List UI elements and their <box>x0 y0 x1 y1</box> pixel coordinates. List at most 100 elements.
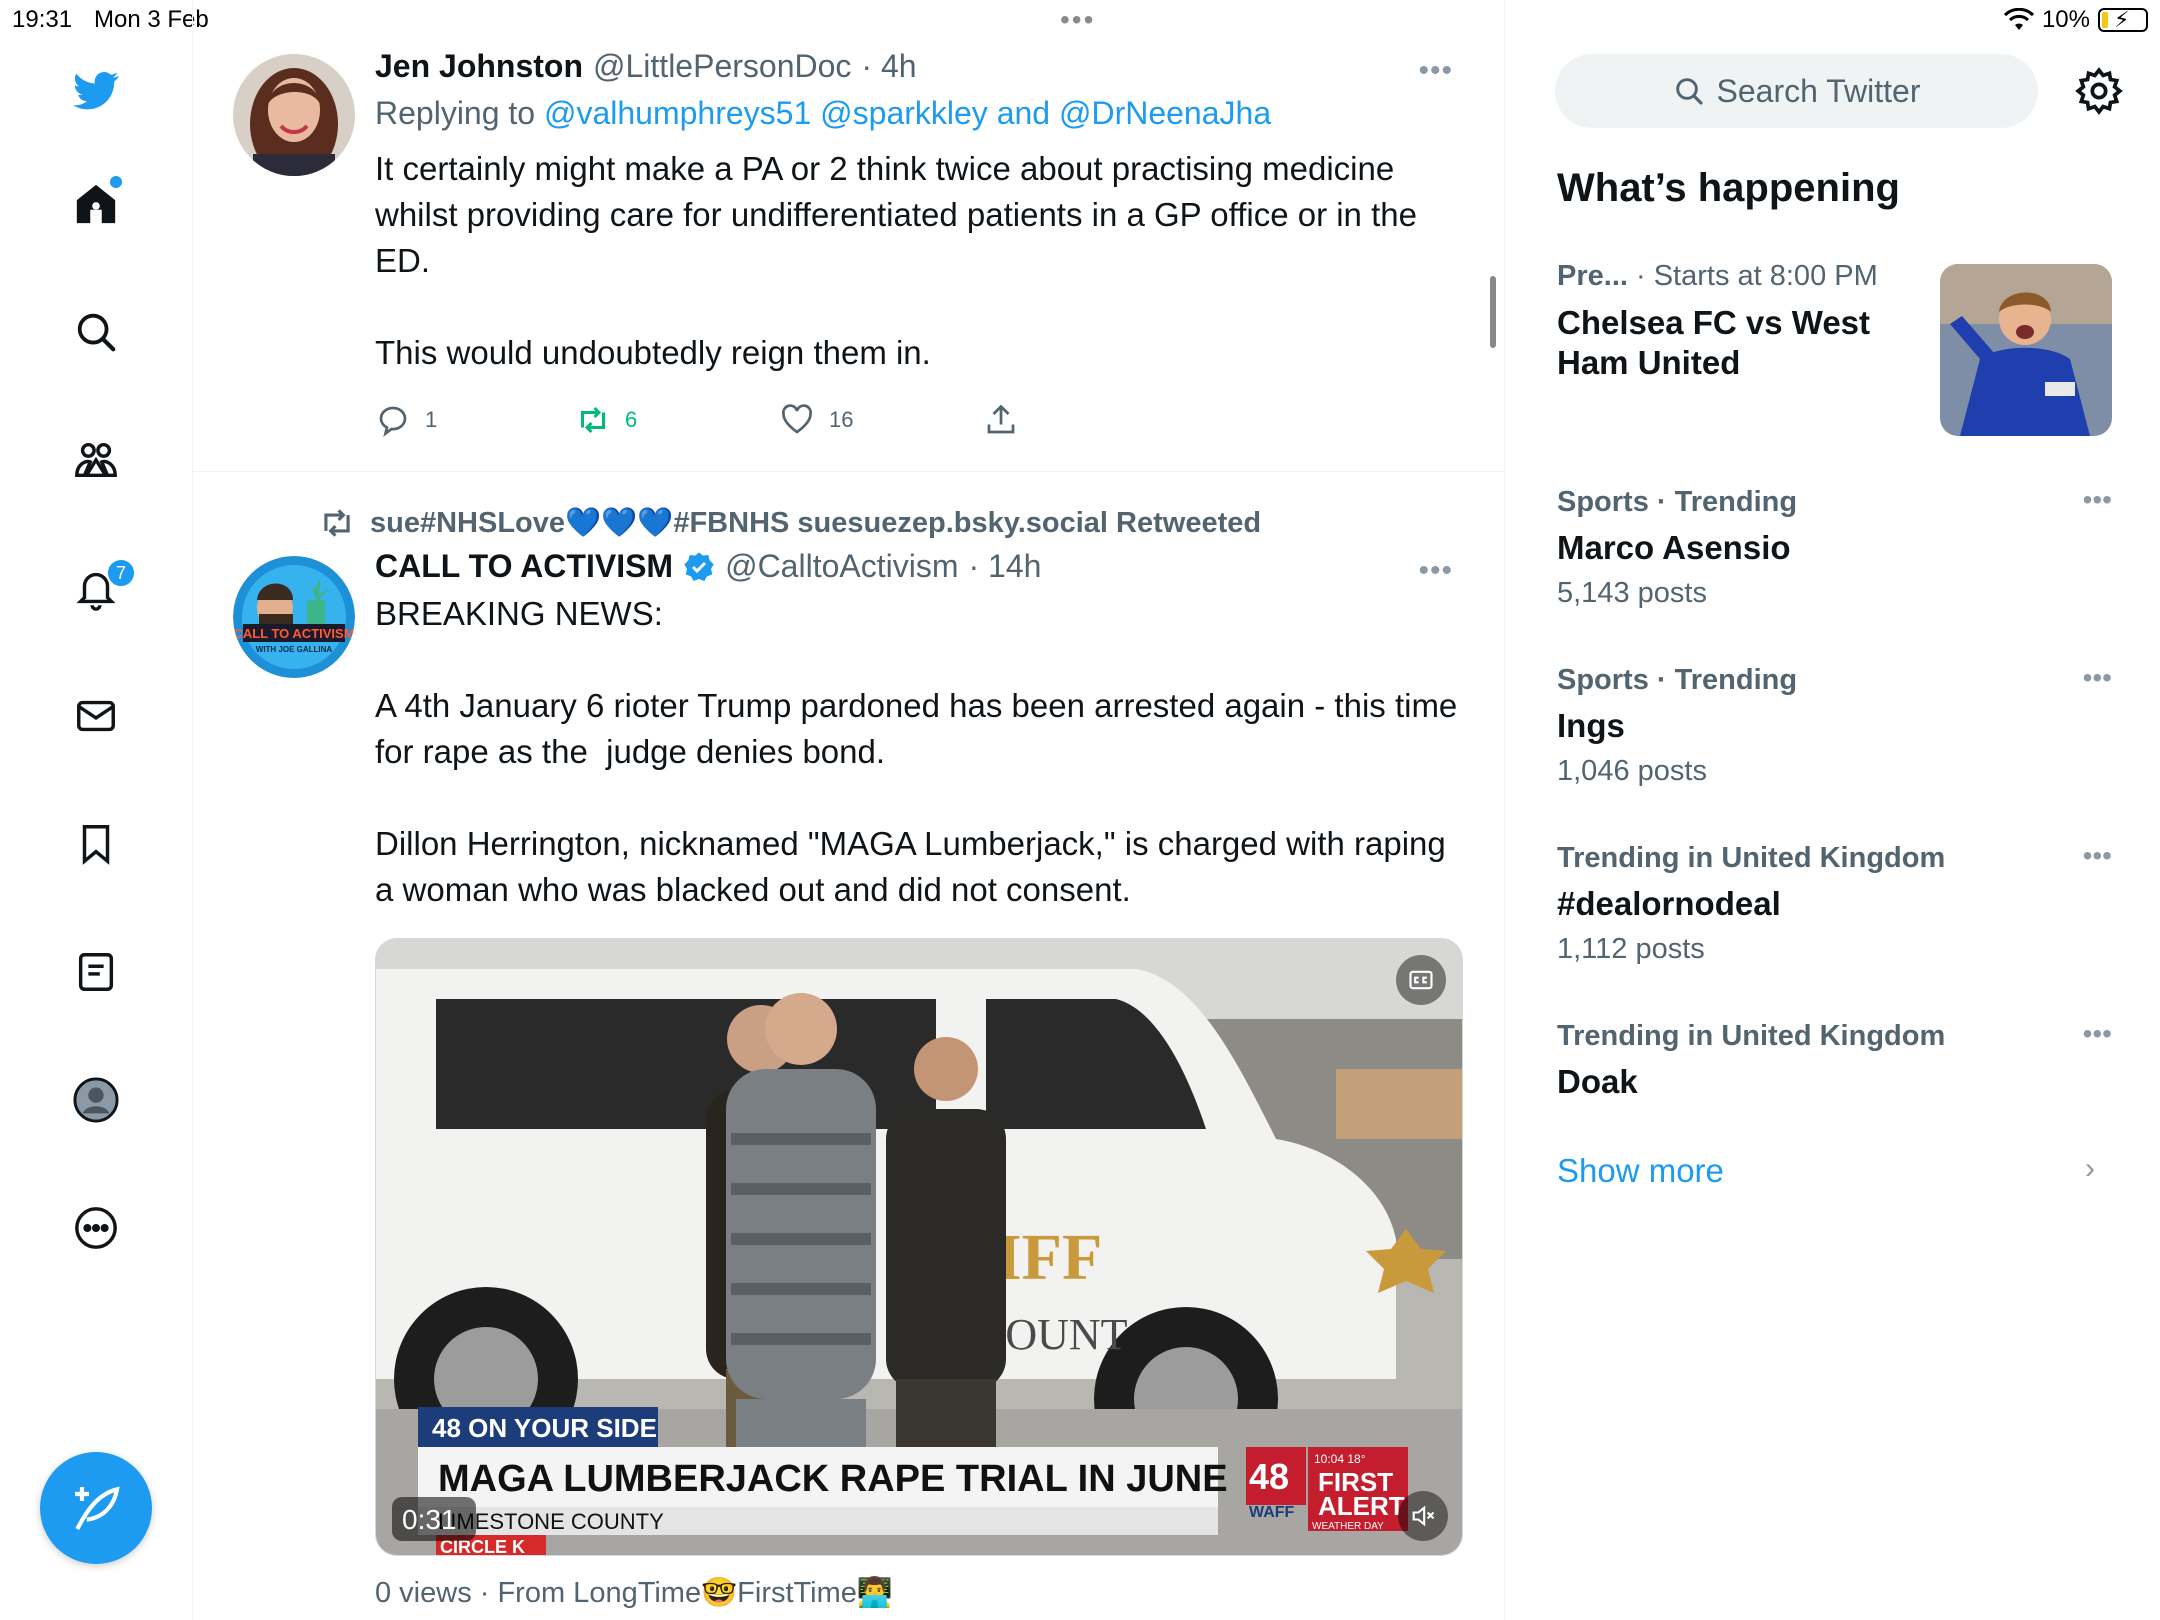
trend-name: Ings <box>1557 707 1625 744</box>
author-handle[interactable]: @CalltoActivism <box>725 548 958 585</box>
tweet-body: CALL TO ACTIVISM @CalltoActivism · 14h •… <box>375 548 1465 913</box>
notifications-badge: 7 <box>106 558 136 588</box>
alert-sub: WEATHER DAY <box>1312 1521 1384 1532</box>
video-frame: IFF COUNT 48 ON YOUR SIDE MAGA LUMBERJAC… <box>376 939 1462 1555</box>
home-unread-dot <box>110 176 122 188</box>
tweet[interactable]: sue#NHSLove💙💙💙#FBNHS suesuezep.bsky.soci… <box>193 478 1505 1620</box>
tweet-header: Jen Johnston @LittlePersonDoc · 4h <box>375 48 1465 85</box>
profile-icon[interactable] <box>66 1070 126 1130</box>
search-input[interactable]: Search Twitter <box>1555 54 2038 128</box>
trend-meta: Trending in United Kingdom <box>1557 1020 1946 1052</box>
captions-icon <box>1409 970 1433 990</box>
chyron-small-text: 48 ON YOUR SIDE <box>432 1413 657 1443</box>
communities-icon[interactable] <box>66 430 126 490</box>
tweet[interactable]: Jen Johnston @LittlePersonDoc · 4h ••• R… <box>193 30 1505 472</box>
tweet-text: It certainly might make a PA or 2 think … <box>375 150 1417 371</box>
show-more-link[interactable]: Show more <box>1557 1152 1724 1190</box>
home-icon[interactable] <box>66 174 126 234</box>
video-duration: 0:31 <box>402 1504 457 1535</box>
search-icon <box>1675 78 1703 105</box>
trend-item[interactable]: Sports · Trending Ings 1,046 posts ••• <box>1557 662 2112 788</box>
like-count: 16 <box>829 407 854 432</box>
tweet-header: CALL TO ACTIVISM @CalltoActivism · 14h <box>375 548 1465 585</box>
alert-text-2: ALERT <box>1318 1491 1405 1521</box>
station-number: 48 <box>1249 1456 1289 1497</box>
lists-icon[interactable] <box>66 942 126 1002</box>
bookmarks-icon[interactable] <box>66 814 126 874</box>
captions-button[interactable] <box>1396 955 1446 1005</box>
share-icon <box>987 404 1015 434</box>
reply-count: 1 <box>425 407 438 432</box>
like-button[interactable]: 16 <box>779 402 983 438</box>
replying-to: Replying to @valhumphreys51 @sparkkley a… <box>375 95 1465 132</box>
retweet-icon <box>581 406 605 434</box>
chyron-main-text: MAGA LUMBERJACK RAPE TRIAL IN JUNE <box>438 1458 1228 1500</box>
avatar[interactable]: CALL TO ACTIVISM WITH JOE GALLINA <box>233 556 355 678</box>
trend-item[interactable]: Sports · Trending Marco Asensio 5,143 po… <box>1557 484 2112 610</box>
retweet-count: 6 <box>625 407 638 432</box>
trend-name: Marco Asensio <box>1557 529 1791 566</box>
mute-button[interactable] <box>1398 1491 1448 1541</box>
avatar-logo-text: CALL TO ACTIVISM <box>233 626 354 641</box>
alert-time: 10:04 18° <box>1314 1452 1366 1466</box>
trend-more-icon[interactable]: ••• <box>2083 662 2112 694</box>
retweet-button[interactable]: 6 <box>575 402 779 438</box>
van-text-1: IFF <box>996 1221 1102 1294</box>
trend-more-icon[interactable]: ••• <box>2083 840 2112 872</box>
author-handle[interactable]: @LittlePersonDoc <box>593 48 851 85</box>
trend-item[interactable]: Trending in United Kingdom #dealornodeal… <box>1557 840 2112 966</box>
chevron-right-icon[interactable]: › <box>2085 1152 2095 1186</box>
event-meta-time: · Starts at 8:00 PM <box>1627 260 1878 292</box>
messages-icon[interactable] <box>66 686 126 746</box>
tweet-text: BREAKING NEWS: A 4th January 6 rioter Tr… <box>375 595 1458 908</box>
event-meta-category: Pre... <box>1557 260 1628 292</box>
avatar-logo-subtext: WITH JOE GALLINA <box>256 645 333 654</box>
retweet-icon <box>324 509 350 537</box>
tweet-body: Jen Johnston @LittlePersonDoc · 4h ••• R… <box>375 48 1465 376</box>
left-nav: 7 <box>0 0 193 1620</box>
verified-badge-icon <box>683 551 715 583</box>
settings-gear-icon[interactable] <box>2074 66 2124 116</box>
tweet-time[interactable]: · 14h <box>968 548 1041 585</box>
trend-more-icon[interactable]: ••• <box>2083 484 2112 516</box>
tweet-more-icon[interactable]: ••• <box>1418 554 1453 588</box>
author-name[interactable]: Jen Johnston <box>375 48 583 85</box>
compose-feather-icon <box>75 1486 120 1530</box>
trend-meta: Trending in United Kingdom <box>1557 842 1946 874</box>
tweet-actions: 1 6 16 <box>375 402 1019 438</box>
trend-count: 5,143 posts <box>1557 577 1707 609</box>
replying-prefix: Replying to <box>375 95 536 131</box>
trend-item[interactable]: Trending in United Kingdom Doak ••• <box>1557 1018 2112 1101</box>
event-title: Chelsea FC vs West Ham United <box>1557 304 1871 381</box>
reply-button[interactable]: 1 <box>375 402 575 438</box>
notifications-icon[interactable]: 7 <box>66 558 136 618</box>
author-name[interactable]: CALL TO ACTIVISM <box>375 548 673 585</box>
station-name: WAFF <box>1249 1504 1295 1521</box>
video-player[interactable]: IFF COUNT 48 ON YOUR SIDE MAGA LUMBERJAC… <box>375 938 1463 1556</box>
trend-name: #dealornodeal <box>1557 885 1781 922</box>
retweeted-by-text: sue#NHSLove💙💙💙#FBNHS suesuezep.bsky.soci… <box>370 507 1262 539</box>
reply-icon <box>379 406 407 437</box>
trend-name: Doak <box>1557 1063 1638 1100</box>
share-button[interactable] <box>983 402 1019 438</box>
twitter-logo-icon[interactable] <box>66 60 126 120</box>
trend-meta: Sports · Trending <box>1557 664 1798 696</box>
trending-event[interactable]: Pre... · Starts at 8:00 PM Chelsea FC vs… <box>1557 260 2112 440</box>
avatar[interactable] <box>233 54 355 176</box>
tweet-time[interactable]: · 4h <box>861 48 916 85</box>
muted-speaker-icon <box>1412 1505 1435 1527</box>
compose-tweet-button[interactable] <box>40 1452 152 1564</box>
search-icon[interactable] <box>66 302 126 362</box>
heart-icon <box>782 404 812 434</box>
timeline[interactable]: Jen Johnston @LittlePersonDoc · 4h ••• R… <box>193 0 1505 1620</box>
trend-count: 1,046 posts <box>1557 755 1707 787</box>
tweet-more-icon[interactable]: ••• <box>1418 54 1453 88</box>
trend-more-icon[interactable]: ••• <box>2083 1018 2112 1050</box>
retweeted-by[interactable]: sue#NHSLove💙💙💙#FBNHS suesuezep.bsky.soci… <box>318 504 1261 542</box>
more-icon[interactable] <box>66 1198 126 1258</box>
replying-to-handles[interactable]: @valhumphreys51 @sparkkley and @DrNeenaJ… <box>544 95 1271 131</box>
whats-happening-title: What’s happening <box>1557 166 1900 210</box>
views-source: 0 views · From LongTime🤓FirstTime👨‍💻 <box>375 1577 894 1609</box>
trend-count: 1,112 posts <box>1557 933 1705 965</box>
event-image <box>1940 264 2112 436</box>
